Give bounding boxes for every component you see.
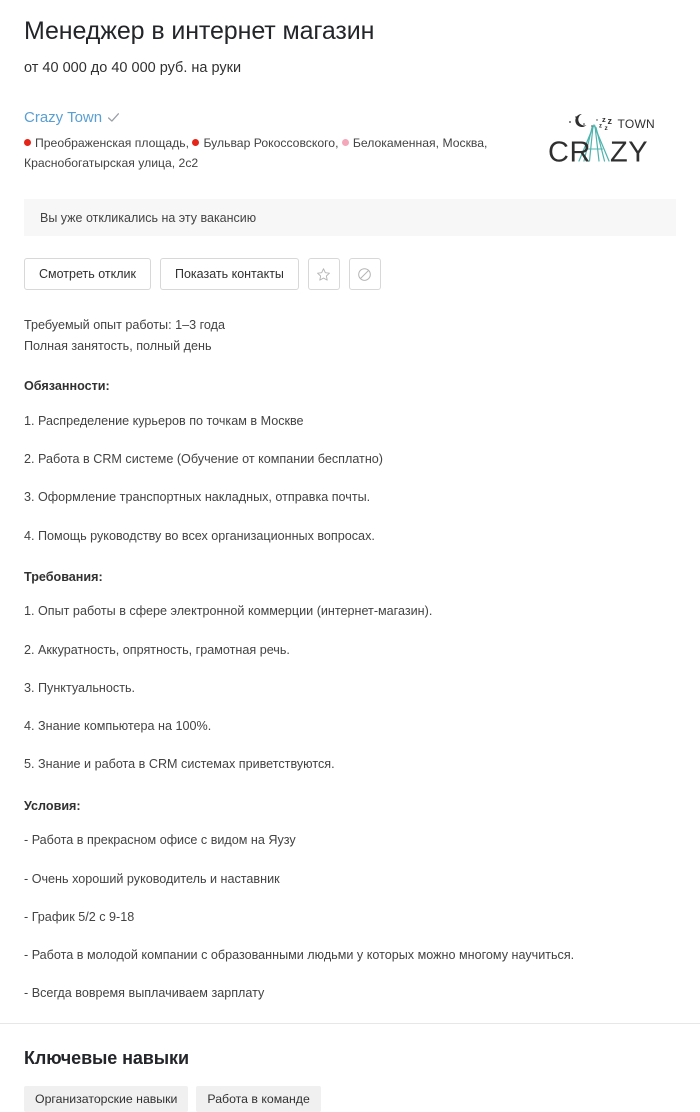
- section-divider: [0, 1022, 700, 1024]
- description-item: 4. Знание компьютера на 100%.: [24, 719, 212, 734]
- action-buttons: Смотреть отклик Показать контакты: [24, 258, 676, 291]
- description-item: 4. Помощь руководству во всех организаци…: [24, 528, 375, 543]
- check-icon: [107, 111, 120, 124]
- description-item: - Работа в прекрасном офисе с видом на Я…: [24, 833, 296, 848]
- metro-dot-icon-0: [24, 138, 31, 146]
- description-item: 2. Работа в CRM системе (Обучение от ком…: [24, 452, 383, 467]
- metro-dot-icon-2: [341, 138, 349, 146]
- section-heading-requirements: Требования:: [24, 569, 103, 584]
- metro-station-0[interactable]: Преображенская площадь: [24, 136, 186, 150]
- key-skills-list: Организаторские навыки Работа в команде: [24, 1085, 676, 1112]
- company-city: Москва,: [442, 135, 488, 150]
- description-item: 3. Пунктуальность.: [24, 680, 136, 695]
- vacancy-page: Менеджер в интернет магазин от 40 000 до…: [0, 0, 700, 1112]
- description-item: 2. Аккуратность, опрятность, грамотная р…: [24, 642, 290, 657]
- block-button[interactable]: [348, 258, 381, 291]
- company-link[interactable]: Crazy Town: [24, 109, 102, 127]
- svg-text:ZY: ZY: [610, 136, 648, 168]
- skill-tag[interactable]: Работа в команде: [196, 1085, 321, 1112]
- favorite-button[interactable]: [307, 258, 340, 291]
- skill-tag[interactable]: Организаторские навыки: [24, 1085, 189, 1112]
- metro-station-2[interactable]: Белокаменная: [341, 136, 436, 150]
- metro-station-1[interactable]: Бульвар Рокоссовского: [192, 136, 335, 150]
- svg-text:CR: CR: [548, 136, 591, 168]
- description-item: 1. Распределение курьеров по точкам в Мо…: [24, 413, 304, 428]
- section-heading-conditions: Условия:: [24, 798, 81, 813]
- svg-text:z: z: [602, 115, 606, 124]
- metro-dot-icon-1: [192, 138, 200, 146]
- description-item: 1. Опыт работы в сфере электронной комме…: [24, 604, 433, 619]
- description-item: 3. Оформление транспортных накладных, от…: [24, 490, 371, 505]
- page-title: Менеджер в интернет магазин: [24, 17, 375, 45]
- key-skills-title: Ключевые навыки: [24, 1047, 189, 1068]
- salary-text: от 40 000 до 40 000 руб. на руки: [24, 60, 242, 76]
- company-address: Преображенская площадь, Бульвар Рокоссов…: [24, 135, 488, 170]
- already-applied-banner: Вы уже откликались на эту вакансию: [24, 199, 676, 237]
- svg-text:TOWN: TOWN: [618, 117, 655, 131]
- company-street: Краснобогатырская улица, 2с2: [24, 155, 199, 170]
- company-name-line: Crazy Town: [24, 109, 494, 127]
- company-block: Crazy Town Преображенская площадь, Бульв…: [24, 109, 676, 174]
- description-item: - График 5/2 с 9-18: [24, 909, 135, 924]
- block-icon: [357, 267, 372, 282]
- show-contacts-button[interactable]: Показать контакты: [159, 258, 299, 291]
- company-info: Crazy Town Преображенская площадь, Бульв…: [24, 109, 494, 174]
- vacancy-meta: Требуемый опыт работы: 1–3 года Полная з…: [24, 315, 676, 356]
- star-icon: [316, 267, 331, 282]
- already-applied-text: Вы уже откликались на эту вакансию: [40, 210, 257, 225]
- vacancy-description: Обязанности: 1. Распределение курьеров п…: [24, 378, 676, 1002]
- description-item: - Очень хороший руководитель и наставник: [24, 871, 280, 886]
- svg-text:z: z: [605, 125, 609, 132]
- svg-text:z: z: [608, 116, 613, 126]
- svg-text:z: z: [599, 123, 602, 129]
- view-response-button[interactable]: Смотреть отклик: [24, 258, 151, 291]
- crazy-town-logo: z z z z TOWN CR ZY: [536, 111, 668, 169]
- experience-text: Требуемый опыт работы: 1–3 года: [24, 318, 226, 333]
- section-heading-responsibilities: Обязанности:: [24, 379, 110, 394]
- employment-text: Полная занятость, полный день: [24, 338, 212, 353]
- description-item: - Работа в молодой компании с образованн…: [24, 948, 575, 963]
- description-item: 5. Знание и работа в CRM системах привет…: [24, 757, 335, 772]
- description-item: - Всегда вовремя выплачиваем зарплату: [24, 986, 265, 1001]
